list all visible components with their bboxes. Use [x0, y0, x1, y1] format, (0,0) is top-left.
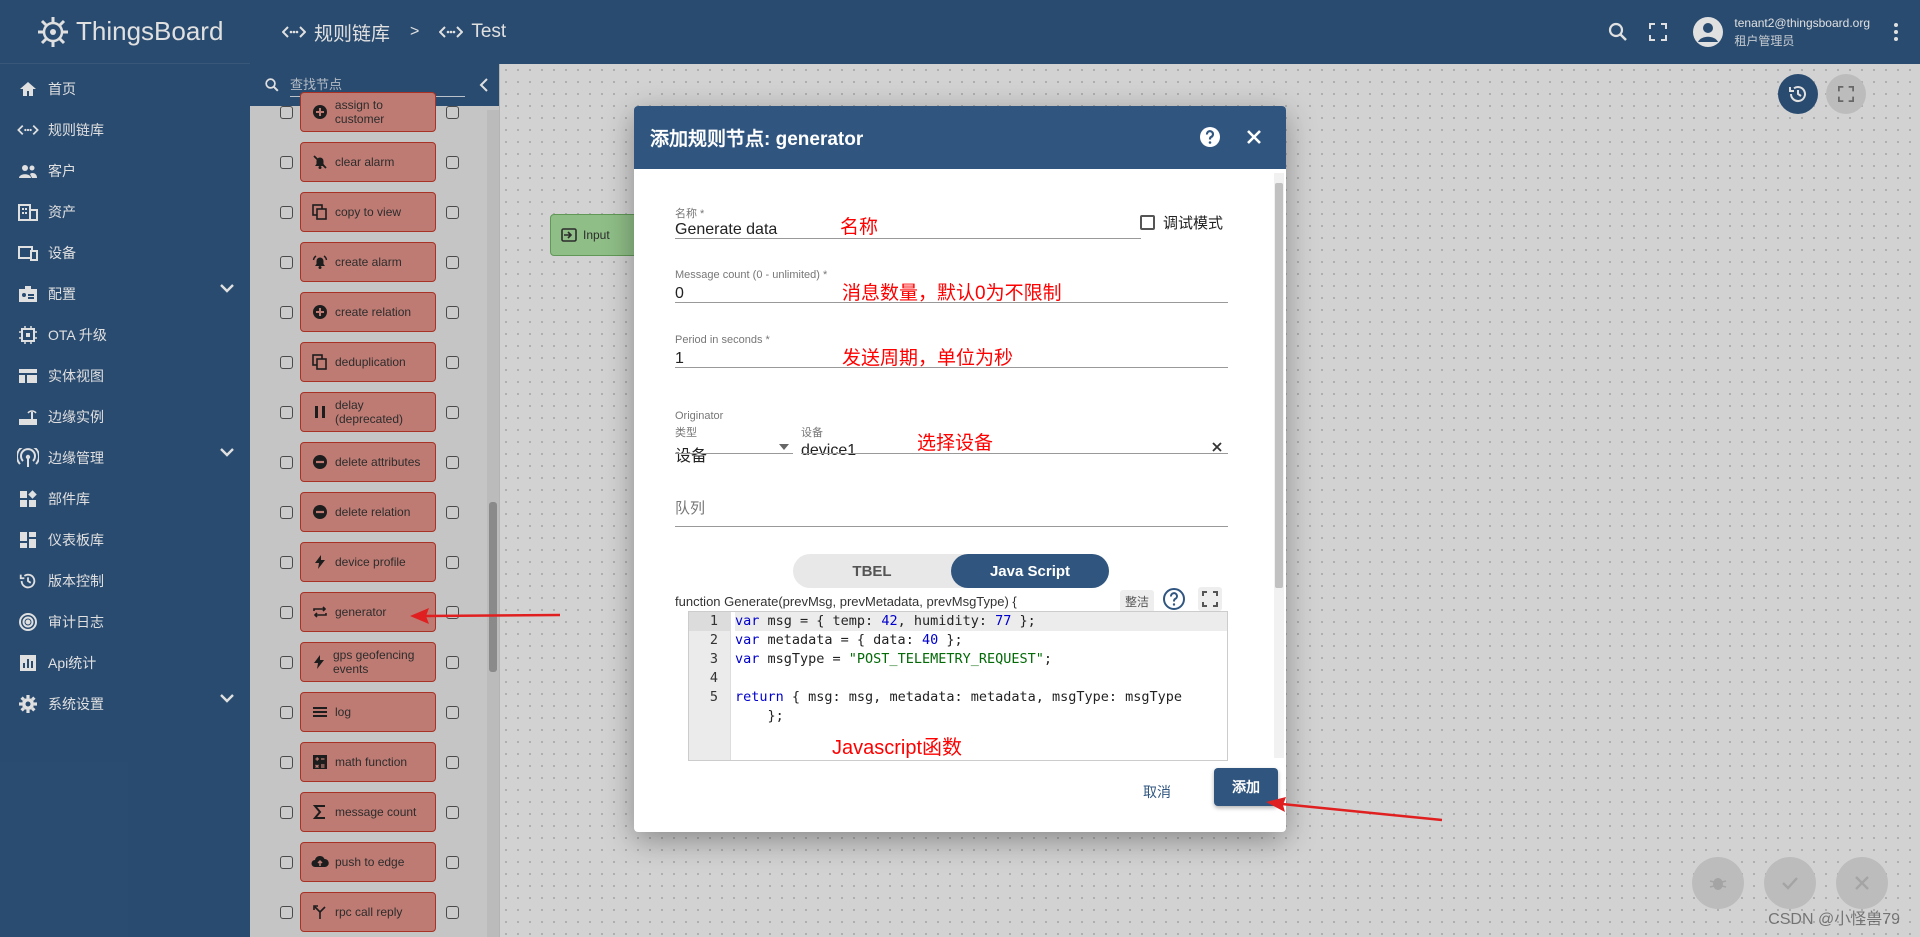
annotation-count: 消息数量，默认0为不限制	[842, 283, 1062, 304]
line-number: 2	[709, 632, 718, 648]
watermark: CSDN @小怪兽79	[1768, 911, 1900, 928]
line-number: 3	[709, 651, 718, 667]
dialog-body: 名称 * Generate data 名称 调试模式 Message count…	[634, 169, 1286, 761]
fullscreen-icon[interactable]	[1198, 587, 1222, 611]
code-line: return { msg: msg, metadata: metadata, m…	[735, 689, 1183, 705]
queue-field[interactable]: 队列	[675, 497, 1228, 527]
scrollbar-thumb[interactable]	[1275, 183, 1283, 588]
debug-mode-label: 调试模式	[1163, 215, 1224, 232]
line-number: 1	[689, 612, 730, 631]
code-line: var msg = { temp: 42, humidity: 77 };	[735, 612, 1227, 631]
checkbox-box[interactable]	[1140, 215, 1155, 230]
close-icon[interactable]	[1236, 119, 1272, 155]
name-input[interactable]: Generate data	[675, 221, 1141, 239]
line-number: 5	[709, 689, 718, 705]
annotation-name: 名称	[840, 217, 879, 238]
line-number-gutter: 1 2 3 4 5	[689, 612, 731, 760]
lang-option-javascript[interactable]: Java Script	[951, 554, 1109, 588]
name-field[interactable]: 名称 * Generate data	[675, 205, 1141, 239]
script-language-toggle[interactable]: TBEL Java Script	[793, 554, 1109, 588]
code-content[interactable]: var msg = { temp: 42, humidity: 77 }; va…	[735, 612, 1227, 726]
function-signature: function Generate(prevMsg, prevMetadata,…	[675, 594, 1017, 609]
lang-option-tbel[interactable]: TBEL	[793, 554, 951, 588]
debug-mode-checkbox[interactable]: 调试模式	[1140, 212, 1223, 233]
annotation-device: 选择设备	[917, 433, 994, 454]
dialog-scrollbar[interactable]	[1274, 173, 1284, 758]
name-label: 名称 *	[675, 208, 705, 220]
dialog-footer: 取消 添加	[634, 758, 1286, 832]
queue-placeholder: 队列	[675, 500, 706, 517]
type-value: 设备	[675, 448, 708, 465]
cancel-button[interactable]: 取消	[1143, 782, 1171, 802]
annotation-arrow-add	[1266, 797, 1443, 822]
annotation-period: 发送周期，单位为秒	[842, 348, 1014, 369]
dropdown-arrow-icon	[779, 444, 789, 450]
code-line: var metadata = { data: 40 };	[735, 632, 963, 648]
code-line: var msgType = "POST_TELEMETRY_REQUEST";	[735, 651, 1053, 667]
originator-type-select[interactable]: 类型 设备	[675, 424, 793, 465]
dialog-header: 添加规则节点: generator	[634, 106, 1286, 169]
add-rule-node-dialog: 添加规则节点: generator 名称 * Generate data 名称 …	[634, 106, 1286, 832]
code-editor[interactable]: 1 2 3 4 5 var msg = { temp: 42, humidity…	[688, 611, 1228, 761]
device-label: 设备	[801, 427, 823, 439]
originator-label: Originator	[675, 410, 724, 422]
help-icon[interactable]	[1162, 587, 1186, 611]
code-line: };	[735, 708, 784, 724]
line-number: 4	[709, 670, 718, 686]
tidy-button[interactable]: 整洁	[1120, 590, 1155, 613]
annotation-js: Javascript函数	[832, 737, 963, 759]
dialog-title: 添加规则节点: generator	[650, 129, 864, 150]
device-select[interactable]: 设备 device1	[801, 424, 1228, 459]
help-icon[interactable]	[1192, 119, 1228, 155]
clear-icon[interactable]	[1212, 442, 1222, 452]
annotation-arrow-generator	[410, 608, 561, 624]
device-value: device1	[801, 442, 857, 459]
type-label: 类型	[675, 427, 697, 439]
